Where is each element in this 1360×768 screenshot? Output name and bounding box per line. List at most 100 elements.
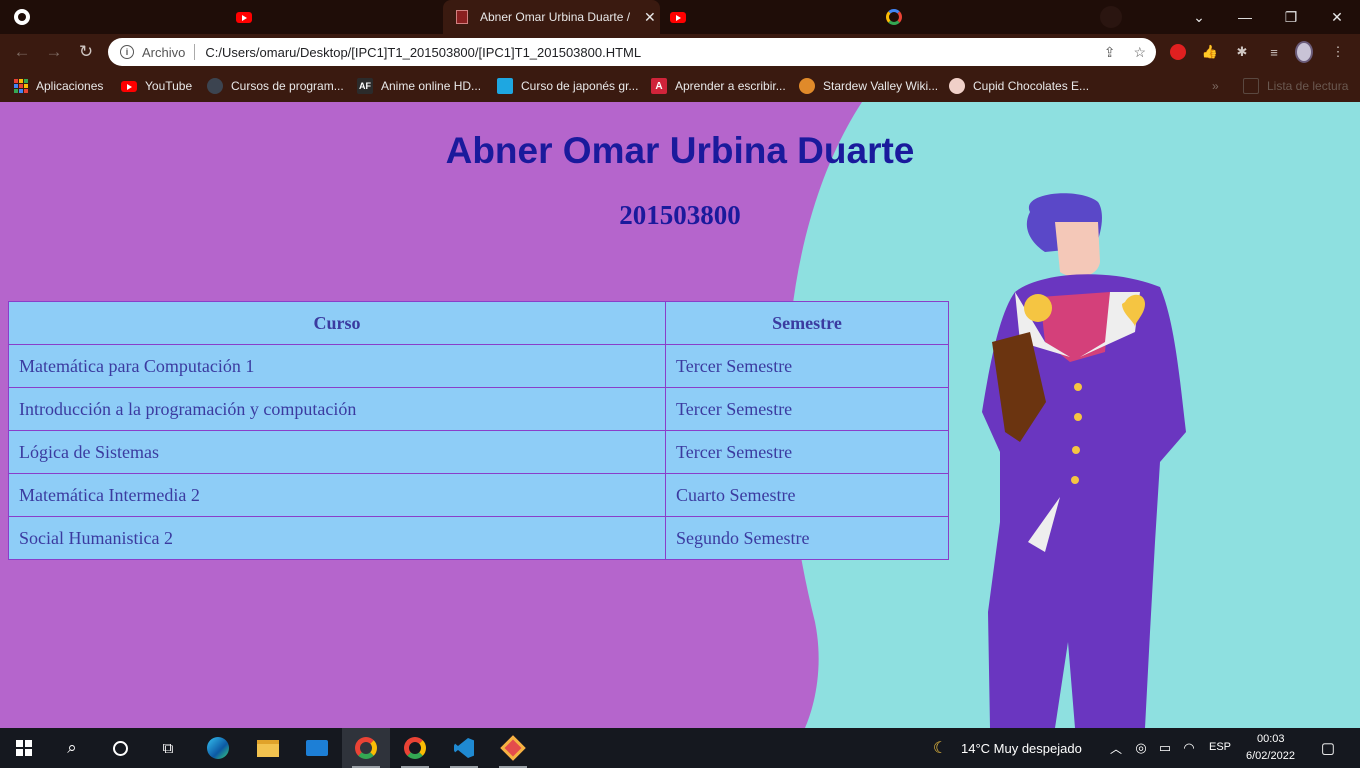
chrome-icon[interactable] xyxy=(391,728,439,768)
minimize-button[interactable]: — xyxy=(1222,0,1268,34)
courses-table: Curso Semestre Matemática para Computaci… xyxy=(8,301,949,560)
bookmark-aplicaciones[interactable]: Aplicaciones xyxy=(14,77,103,95)
file-explorer-icon[interactable] xyxy=(244,728,292,768)
git-kraken-icon[interactable] xyxy=(489,728,537,768)
chevron-up-icon[interactable]: ︿ xyxy=(1104,728,1128,768)
reload-icon[interactable]: ↻ xyxy=(76,42,96,62)
cell-curso: Lógica de Sistemas xyxy=(8,430,666,474)
clock-date[interactable]: 6/02/2022 xyxy=(1246,750,1295,762)
reading-list-label: Lista de lectura xyxy=(1267,79,1349,93)
table-row: Lógica de Sistemas Tercer Semestre xyxy=(8,430,949,474)
mail-icon[interactable] xyxy=(293,728,341,768)
forward-icon[interactable]: → xyxy=(44,42,64,62)
table-row: Matemática para Computación 1 Tercer Sem… xyxy=(8,344,949,388)
table-row: Introducción a la programación y computa… xyxy=(8,387,949,431)
tab-github[interactable] xyxy=(14,0,44,34)
google-icon xyxy=(886,9,902,25)
notifications-icon[interactable]: ▢ xyxy=(1312,728,1344,768)
youtube-icon xyxy=(670,9,686,25)
chrome-profile-icon[interactable] xyxy=(342,728,390,768)
close-icon[interactable]: ✕ xyxy=(644,9,656,26)
reading-list-button[interactable]: Lista de lectura xyxy=(1243,77,1348,95)
edge-icon[interactable] xyxy=(194,728,242,768)
meet-now-icon[interactable]: ◎ xyxy=(1130,728,1152,768)
tab-search-icon[interactable]: ⌄ xyxy=(1176,0,1222,34)
page-title: Abner Omar Urbina Duarte xyxy=(445,130,915,171)
cupid-icon xyxy=(949,78,965,94)
windows-icon xyxy=(16,740,32,756)
youtube-icon xyxy=(121,78,137,94)
cell-semestre: Tercer Semestre xyxy=(665,344,949,388)
youtube-icon xyxy=(236,9,252,25)
tab-strip: Abner Omar Urbina Duarte / ✕ ⌄ — ❐ ✕ xyxy=(0,0,1360,34)
reading-list-icon xyxy=(1243,78,1259,94)
profile-avatar[interactable] xyxy=(1295,41,1313,63)
address-separator xyxy=(194,44,196,60)
bookmark-anime[interactable]: AF Anime online HD... xyxy=(357,77,481,95)
tab-youtube-1[interactable] xyxy=(236,0,266,34)
extension-thumb-icon[interactable]: 👍 xyxy=(1201,43,1219,61)
bookmark-youtube[interactable]: YouTube xyxy=(121,77,192,95)
course-icon xyxy=(207,78,223,94)
bookmark-label: YouTube xyxy=(145,79,193,93)
battery-icon[interactable]: ▭ xyxy=(1154,728,1176,768)
bookmark-label: Cursos de program... xyxy=(231,79,344,93)
task-view-icon[interactable]: ⧉ xyxy=(144,728,192,768)
column-header-semestre: Semestre xyxy=(665,301,949,345)
menu-icon[interactable]: ⋮ xyxy=(1329,43,1347,61)
tab-youtube-2[interactable] xyxy=(670,0,700,34)
apps-grid-icon xyxy=(14,79,28,93)
bookmark-cupid[interactable]: Cupid Chocolates E... xyxy=(949,77,1089,95)
address-bar[interactable]: i Archivo C:/Users/omaru/Desktop/[IPC1]T… xyxy=(108,38,1156,66)
tab-google[interactable] xyxy=(886,0,916,34)
start-button[interactable] xyxy=(0,728,48,768)
table-row: Matemática Intermedia 2 Cuarto Semestre xyxy=(8,473,949,517)
tab-dark[interactable] xyxy=(1100,0,1124,34)
weather-moon-icon[interactable]: ☾ xyxy=(926,728,954,768)
bookmarks-overflow[interactable]: » xyxy=(1212,77,1219,95)
vscode-icon[interactable] xyxy=(440,728,488,768)
tab-active[interactable]: Abner Omar Urbina Duarte / ✕ xyxy=(443,0,660,34)
jojo-icon xyxy=(454,9,470,25)
tab-dark-icon xyxy=(1100,6,1122,28)
cell-curso: Social Humanistica 2 xyxy=(8,516,666,560)
wifi-icon[interactable]: ◠ xyxy=(1178,728,1200,768)
cell-semestre: Segundo Semestre xyxy=(665,516,949,560)
clock-time[interactable]: 00:03 xyxy=(1257,733,1285,745)
bookmarks-bar: Aplicaciones YouTube Cursos de program..… xyxy=(0,70,1360,102)
restore-button[interactable]: ❐ xyxy=(1268,0,1314,34)
github-icon xyxy=(14,9,30,25)
bookmark-label: Aprender a escribir... xyxy=(675,79,786,93)
column-header-curso: Curso xyxy=(8,301,666,345)
bookmark-star-icon[interactable]: ☆ xyxy=(1133,44,1146,61)
taskbar: ⌕ ⧉ ☾ 14°C Muy despejado ︿ ◎ ▭ ◠ ESP 00:… xyxy=(0,728,1360,768)
info-icon[interactable]: i xyxy=(120,45,134,59)
search-icon[interactable]: ⌕ xyxy=(48,728,96,768)
extensions-puzzle-icon[interactable]: ✱ xyxy=(1233,43,1251,61)
language-indicator[interactable]: ESP xyxy=(1209,741,1231,753)
chevron-right-icon: » xyxy=(1212,79,1219,93)
cell-curso: Matemática para Computación 1 xyxy=(8,344,666,388)
bookmark-label: Stardew Valley Wiki... xyxy=(823,79,939,93)
table-row: Social Humanistica 2 Segundo Semestre xyxy=(8,516,949,560)
chat-icon xyxy=(497,78,513,94)
table-header-row: Curso Semestre xyxy=(8,301,949,345)
cortana-icon[interactable] xyxy=(96,728,144,768)
browser-toolbar: ← → ↻ i Archivo C:/Users/omaru/Desktop/[… xyxy=(0,34,1360,70)
chicken-icon xyxy=(799,78,815,94)
cell-semestre: Tercer Semestre xyxy=(665,387,949,431)
bookmark-stardew[interactable]: Stardew Valley Wiki... xyxy=(799,77,938,95)
character-illustration xyxy=(982,193,1186,728)
weather-text[interactable]: 14°C Muy despejado xyxy=(961,741,1082,756)
share-icon[interactable]: ⇪ xyxy=(1104,44,1116,61)
reading-mode-icon[interactable]: ≡ xyxy=(1265,43,1283,61)
bookmark-cursos[interactable]: Cursos de program... xyxy=(207,77,344,95)
address-url[interactable]: C:/Users/omaru/Desktop/[IPC1]T1_20150380… xyxy=(205,45,641,60)
af-icon: AF xyxy=(357,78,373,94)
bookmark-label: Aplicaciones xyxy=(36,79,104,93)
back-icon[interactable]: ← xyxy=(12,42,32,62)
bookmark-escribir[interactable]: A Aprender a escribir... xyxy=(651,77,786,95)
extension-stop-icon[interactable] xyxy=(1169,43,1187,61)
close-window-button[interactable]: ✕ xyxy=(1314,0,1360,34)
bookmark-japones[interactable]: Curso de japonés gr... xyxy=(497,77,638,95)
